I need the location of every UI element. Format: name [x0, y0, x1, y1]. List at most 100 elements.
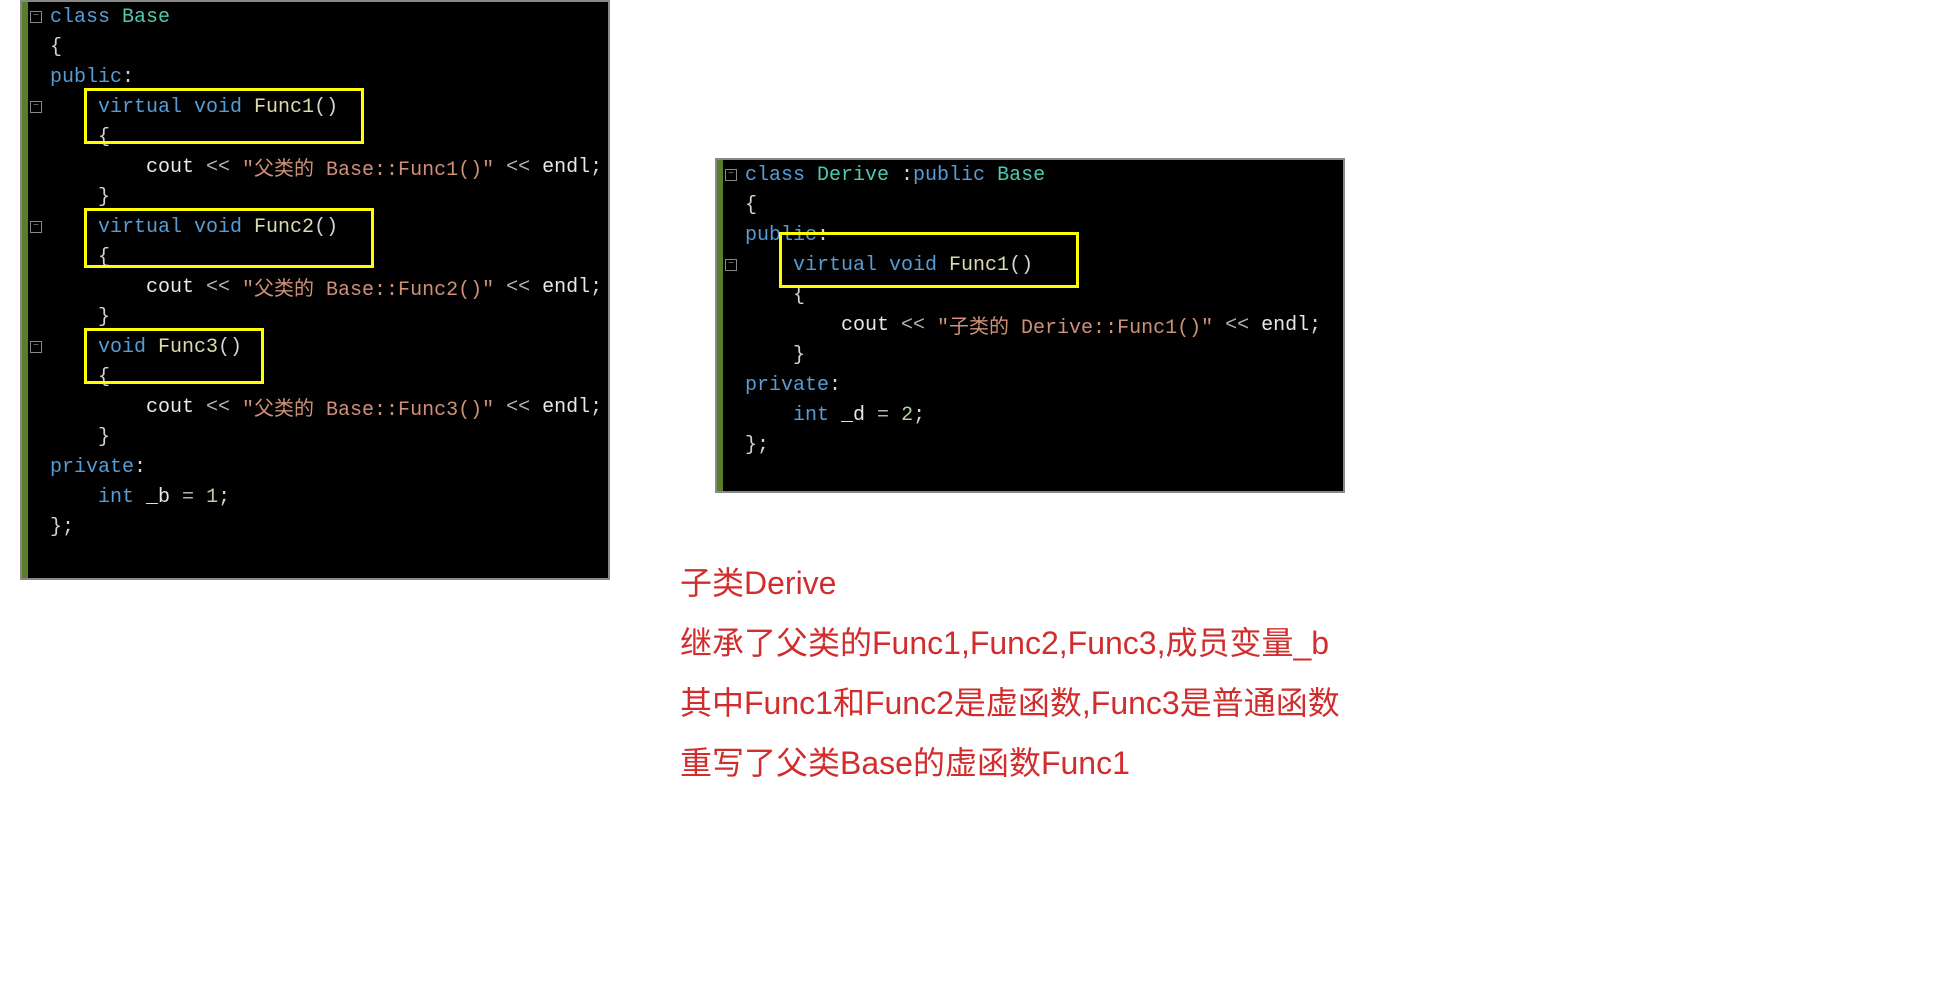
code-line: public: — [22, 62, 608, 92]
ident-cout: cout — [146, 396, 206, 419]
code-line: }; — [22, 512, 608, 542]
brace-open: { — [745, 194, 757, 217]
indent — [745, 284, 793, 307]
indent — [50, 336, 98, 359]
code-line: } — [717, 340, 1343, 370]
fold-minus-icon[interactable]: − — [30, 11, 42, 23]
brace-open: { — [50, 36, 62, 59]
paren: () — [1009, 254, 1033, 277]
op-insert: << — [206, 276, 242, 299]
brace-close: } — [98, 426, 110, 449]
ident-cout: cout — [146, 276, 206, 299]
indent — [50, 96, 98, 119]
code-line: − void Func3() — [22, 332, 608, 362]
op-insert: << — [1213, 314, 1261, 337]
semicolon: ; — [590, 276, 602, 299]
fold-minus-icon[interactable]: − — [30, 101, 42, 113]
keyword-private: private — [50, 456, 134, 479]
annotation-line-1: 子类Derive — [680, 555, 836, 613]
keyword-virtual-void: virtual void — [98, 216, 254, 239]
indent — [50, 396, 146, 419]
colon: : — [901, 164, 913, 187]
op-insert: << — [901, 314, 937, 337]
code-line: cout << "子类的 Derive::Func1()" << endl; — [717, 310, 1343, 340]
type-name: Derive — [817, 164, 901, 187]
semicolon: ; — [218, 486, 230, 509]
indent — [50, 246, 98, 269]
op-insert: << — [494, 276, 542, 299]
code-line: { — [22, 122, 608, 152]
indent — [50, 216, 98, 239]
keyword-public: public — [913, 164, 997, 187]
colon: : — [122, 66, 134, 89]
code-line: public: — [717, 220, 1343, 250]
keyword-public: public — [50, 66, 122, 89]
brace-close: } — [98, 306, 110, 329]
indent — [745, 254, 793, 277]
number-literal: 1 — [206, 486, 218, 509]
brace-close: }; — [50, 516, 74, 539]
colon: : — [817, 224, 829, 247]
semicolon: ; — [590, 156, 602, 179]
paren: () — [314, 96, 338, 119]
ident-cout: cout — [841, 314, 901, 337]
string-literal: "父类的 Base::Func3()" — [242, 392, 494, 422]
var-name: _b — [146, 486, 182, 509]
brace-close: } — [793, 344, 805, 367]
fold-minus-icon[interactable]: − — [725, 259, 737, 271]
code-line: private: — [22, 452, 608, 482]
semicolon: ; — [913, 404, 925, 427]
op-assign: = — [182, 486, 206, 509]
indent — [50, 366, 98, 389]
ident-cout: cout — [146, 156, 206, 179]
annotation-line-3: 其中Func1和Func2是虚函数,Func3是普通函数 — [680, 675, 1340, 733]
code-line: { — [22, 362, 608, 392]
keyword-int: int — [793, 404, 841, 427]
indent — [50, 126, 98, 149]
indent — [50, 156, 146, 179]
string-literal: "父类的 Base::Func2()" — [242, 272, 494, 302]
brace-close: } — [98, 186, 110, 209]
keyword-virtual-void: virtual void — [793, 254, 949, 277]
code-line: { — [717, 280, 1343, 310]
op-assign: = — [877, 404, 901, 427]
code-line: private: — [717, 370, 1343, 400]
brace-open: { — [98, 126, 110, 149]
fold-minus-icon[interactable]: − — [725, 169, 737, 181]
func-name: Func2 — [254, 216, 314, 239]
type-name: Base — [997, 164, 1045, 187]
paren: () — [218, 336, 242, 359]
keyword-class: class — [745, 164, 817, 187]
code-line: − virtual void Func2() — [22, 212, 608, 242]
colon: : — [829, 374, 841, 397]
string-literal: "父类的 Base::Func1()" — [242, 152, 494, 182]
ident-endl: endl — [542, 156, 590, 179]
op-insert: << — [206, 156, 242, 179]
op-insert: << — [206, 396, 242, 419]
indent — [50, 306, 98, 329]
code-panel-derive: − class Derive :public Base { public: − … — [715, 158, 1345, 493]
code-line: } — [22, 302, 608, 332]
keyword-private: private — [745, 374, 829, 397]
code-line: − virtual void Func1() — [717, 250, 1343, 280]
keyword-virtual-void: virtual void — [98, 96, 254, 119]
type-name: Base — [122, 6, 170, 29]
keyword-void: void — [98, 336, 158, 359]
brace-close: }; — [745, 434, 769, 457]
fold-minus-icon[interactable]: − — [30, 341, 42, 353]
code-line: int _d = 2; — [717, 400, 1343, 430]
colon: : — [134, 456, 146, 479]
ident-endl: endl — [542, 396, 590, 419]
brace-open: { — [98, 246, 110, 269]
code-line: { — [22, 242, 608, 272]
keyword-public: public — [745, 224, 817, 247]
func-name: Func3 — [158, 336, 218, 359]
indent — [745, 404, 793, 427]
indent — [745, 344, 793, 367]
ident-endl: endl — [542, 276, 590, 299]
indent — [50, 486, 98, 509]
code-line: } — [22, 422, 608, 452]
fold-minus-icon[interactable]: − — [30, 221, 42, 233]
indent — [745, 314, 841, 337]
code-line: { — [717, 190, 1343, 220]
